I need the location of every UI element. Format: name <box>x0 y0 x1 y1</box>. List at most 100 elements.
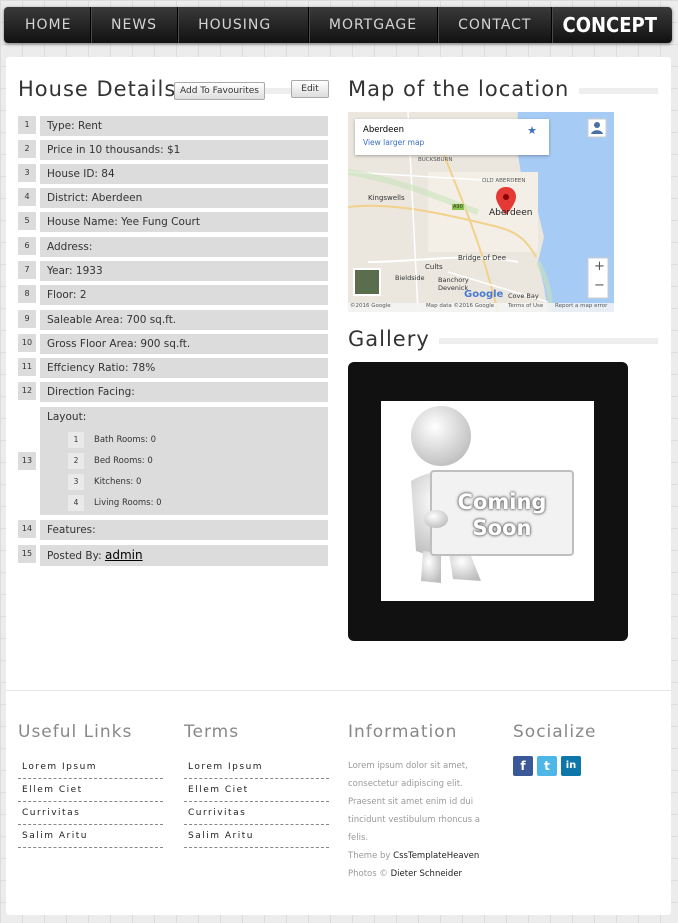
coming-soon-line-1: Coming <box>457 490 547 514</box>
coming-soon-text: Coming Soon <box>431 489 573 541</box>
map-report-link[interactable]: Report a map error <box>555 303 607 309</box>
detail-value: Address: <box>40 237 328 257</box>
gallery-title: Gallery <box>348 327 430 351</box>
edit-button[interactable]: Edit <box>291 80 329 98</box>
sub-number: 4 <box>68 495 84 511</box>
location-map[interactable]: Aberdeen View larger map ★ BUCKSBURN OLD… <box>348 112 614 312</box>
google-logo: Google <box>464 289 504 300</box>
add-to-favourites-button[interactable]: Add To Favourites <box>174 82 265 100</box>
theme-author-link[interactable]: CssTemplateHeaven <box>393 851 479 861</box>
nav-news[interactable]: NEWS <box>91 7 179 43</box>
title-rule <box>579 88 658 94</box>
detail-value: Direction Facing: <box>40 382 328 402</box>
terms-link[interactable]: Currivitas <box>184 802 329 825</box>
row-number: 8 <box>18 285 36 303</box>
useful-link[interactable]: Ellem Ciet <box>18 779 163 802</box>
sub-label: Bed Rooms: 0 <box>94 456 153 466</box>
map-label: Bieldside <box>395 274 425 282</box>
information-title: Information <box>348 722 458 742</box>
sub-number: 1 <box>68 432 84 448</box>
zoom-in-button[interactable]: + <box>594 259 605 274</box>
nav-mortgage[interactable]: MORTGAGE <box>309 7 439 43</box>
detail-value: Year: 1933 <box>40 261 328 281</box>
socialize-title: Socialize <box>513 722 597 742</box>
save-star-icon[interactable]: ★ <box>527 124 537 137</box>
brand-logo[interactable]: CONCEPT <box>552 7 672 43</box>
footer-divider <box>6 690 671 691</box>
detail-value: Type: Rent <box>40 116 328 136</box>
map-info-card: Aberdeen View larger map ★ <box>355 119 549 155</box>
detail-value: District: Aberdeen <box>40 188 328 208</box>
detail-value: House Name: Yee Fung Court <box>40 212 328 232</box>
row-number: 4 <box>18 188 36 206</box>
photos-author-link[interactable]: Dieter Schneider <box>391 869 462 879</box>
detail-value: Saleable Area: 700 sq.ft. <box>40 310 328 330</box>
terms-link[interactable]: Salim Aritu <box>184 825 329 848</box>
content-panel: House Details Add To Favourites Edit 1 Ty… <box>6 57 671 915</box>
nav-home[interactable]: HOME <box>4 7 91 43</box>
theme-credit-prefix: Theme by <box>348 851 394 861</box>
posted-by-label: Posted By: <box>47 550 105 562</box>
nav-contact[interactable]: CONTACT <box>438 7 553 43</box>
map-label: Banchory <box>438 276 469 284</box>
map-label: Bridge of Dee <box>458 254 507 262</box>
house-details-title: House Details <box>18 77 177 101</box>
useful-link[interactable]: Currivitas <box>18 802 163 825</box>
map-data-credit: Map data ©2016 Google <box>426 303 495 309</box>
map-copyright: ©2016 Google <box>350 303 391 309</box>
detail-value: Price in 10 thousands: $1 <box>40 140 328 160</box>
coming-soon-line-2: Soon <box>472 516 532 540</box>
photos-credit-prefix: Photos © <box>348 869 391 879</box>
view-larger-map-link[interactable]: View larger map <box>363 138 424 147</box>
layout-row: 13 Layout: 1 Bath Rooms: 0 2 Bed Rooms: 0 … <box>18 407 328 515</box>
terms-link[interactable]: Lorem Ipsum <box>184 756 329 779</box>
map-terms-link[interactable]: Terms of Use <box>508 303 543 309</box>
detail-value: Effciency Ratio: 78% <box>40 358 328 378</box>
useful-links-title: Useful Links <box>18 722 133 742</box>
useful-link[interactable]: Salim Aritu <box>18 825 163 848</box>
twitter-icon[interactable]: t <box>537 756 557 776</box>
row-number: 3 <box>18 164 36 182</box>
detail-value: House ID: 84 <box>40 164 328 184</box>
sub-label: Kitchens: 0 <box>94 477 142 487</box>
information-text: Lorem ipsum dolor sit amet, consectetur … <box>348 757 488 883</box>
map-label: BUCKSBURN <box>418 157 453 163</box>
main-nav: HOME NEWS HOUSING RENTAL MORTGAGE CONTAC… <box>4 7 672 43</box>
posted-by-user-link[interactable]: admin <box>105 548 143 562</box>
nav-housing-rental[interactable]: HOUSING RENTAL <box>178 7 309 43</box>
map-title: Map of the location <box>348 77 570 101</box>
row-number: 1 <box>18 116 36 134</box>
map-label: Aberdeen <box>489 208 533 218</box>
photos-credit: Photos © Dieter Schneider <box>348 865 488 883</box>
terms-title: Terms <box>184 722 240 742</box>
sub-label: Bath Rooms: 0 <box>94 435 157 445</box>
detail-value: Features: <box>40 520 328 540</box>
detail-value: Floor: 2 <box>40 285 328 305</box>
row-number: 9 <box>18 310 36 328</box>
row-number: 13 <box>18 452 36 470</box>
terms-link[interactable]: Ellem Ciet <box>184 779 329 802</box>
theme-credit: Theme by CssTemplateHeaven <box>348 847 488 865</box>
map-label: Cove Bay <box>508 292 539 300</box>
map-label: OLD ABERDEEN <box>482 178 526 184</box>
information-body: Lorem ipsum dolor sit amet, consectetur … <box>348 761 480 843</box>
detail-value: Gross Floor Area: 900 sq.ft. <box>40 334 328 354</box>
sub-number: 3 <box>68 474 84 490</box>
row-number: 5 <box>18 212 36 230</box>
row-number: 15 <box>18 545 36 563</box>
linkedin-icon[interactable]: in <box>561 756 581 776</box>
map-label: Kingswells <box>368 194 405 202</box>
row-number: 10 <box>18 334 36 352</box>
row-number: 6 <box>18 237 36 255</box>
road-label: A90 <box>452 204 464 210</box>
row-number: 11 <box>18 358 36 376</box>
coming-soon-image[interactable]: Coming Soon <box>381 401 594 601</box>
zoom-out-button[interactable]: − <box>594 278 605 293</box>
facebook-icon[interactable]: f <box>513 756 533 776</box>
gallery-frame: Coming Soon <box>348 362 628 641</box>
detail-value: Posted By: admin <box>40 545 328 566</box>
title-rule <box>439 338 658 344</box>
useful-link[interactable]: Lorem Ipsum <box>18 756 163 779</box>
row-number: 2 <box>18 140 36 158</box>
row-number: 7 <box>18 261 36 279</box>
